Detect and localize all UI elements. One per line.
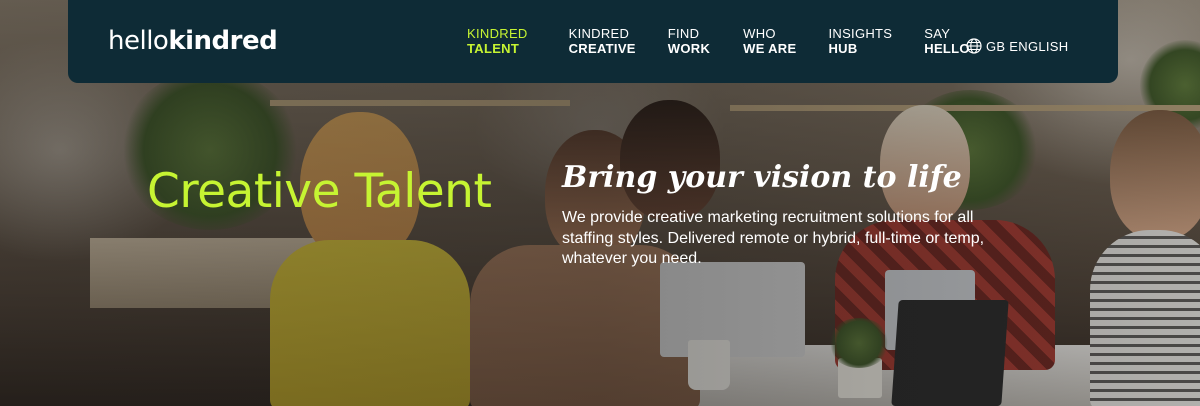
site-header: hellokindred KINDRED TALENT KINDRED CREA… [68,0,1118,83]
logo-light-text: hello [108,26,169,56]
site-logo[interactable]: hellokindred [108,26,278,56]
nav-item-top-label: KINDRED [467,26,528,41]
nav-item-bottom-label: WORK [667,41,711,56]
nav-item-bottom-label: TALENT [467,41,520,56]
nav-item-bottom-label: CREATIVE [568,41,636,56]
hero-description: We provide creative marketing recruitmen… [562,209,985,267]
language-label: GB ENGLISH [986,38,1069,54]
nav-item-kindred-talent[interactable]: KINDRED TALENT [467,26,528,56]
globe-icon [966,38,982,54]
hero-heading: Bring your vision to life [562,160,962,195]
nav-item-bottom-label: WE ARE [743,41,797,56]
nav-item-insights-hub[interactable]: INSIGHTS HUB [828,26,892,56]
nav-item-who-we-are[interactable]: WHO WE ARE [743,26,796,56]
nav-item-top-label: INSIGHTS [828,26,893,41]
nav-item-kindred-creative[interactable]: KINDRED CREATIVE [569,26,636,56]
nav-item-top-label: WHO [743,26,776,41]
nav-item-bottom-label: HELLO [924,41,970,56]
nav-item-top-label: SAY [924,26,951,41]
nav-item-bottom-label: HUB [828,41,858,56]
nav-item-find-work[interactable]: FIND WORK [668,26,710,56]
logo-bold-text: kindred [168,26,278,56]
hero-title: Creative Talent [147,164,492,219]
nav-item-say-hello[interactable]: SAY HELLO [924,26,970,56]
main-nav: KINDRED TALENT KINDRED CREATIVE FIND WOR… [467,26,970,56]
language-selector[interactable]: GB ENGLISH [966,38,1068,54]
nav-item-top-label: KINDRED [568,26,630,41]
nav-item-top-label: FIND [667,26,700,41]
